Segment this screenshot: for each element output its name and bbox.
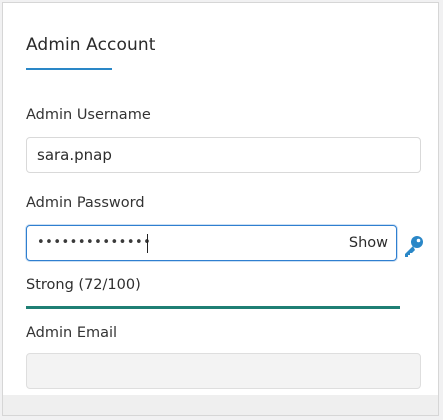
show-password-button[interactable]: Show: [349, 226, 388, 260]
username-value: sara.pnap: [37, 146, 112, 164]
password-strength-fill: [26, 306, 400, 309]
text-caret: [147, 234, 148, 253]
password-label: Admin Password: [26, 195, 145, 211]
key-icon[interactable]: [400, 233, 426, 259]
section-title: Admin Account: [26, 35, 156, 55]
password-strength-text: Strong (72/100): [26, 277, 141, 293]
username-field[interactable]: sara.pnap: [26, 137, 421, 173]
password-field[interactable]: •••••••••••••• Show: [26, 225, 397, 261]
username-label: Admin Username: [26, 107, 151, 123]
email-field[interactable]: [26, 353, 421, 389]
title-underline: [26, 68, 112, 70]
footer-band: [3, 395, 438, 415]
email-label: Admin Email: [26, 325, 118, 341]
admin-account-panel: Admin Account Admin Username sara.pnap A…: [2, 2, 439, 416]
password-strength-bar: [26, 306, 400, 309]
password-masked-value: ••••••••••••••: [37, 235, 152, 250]
